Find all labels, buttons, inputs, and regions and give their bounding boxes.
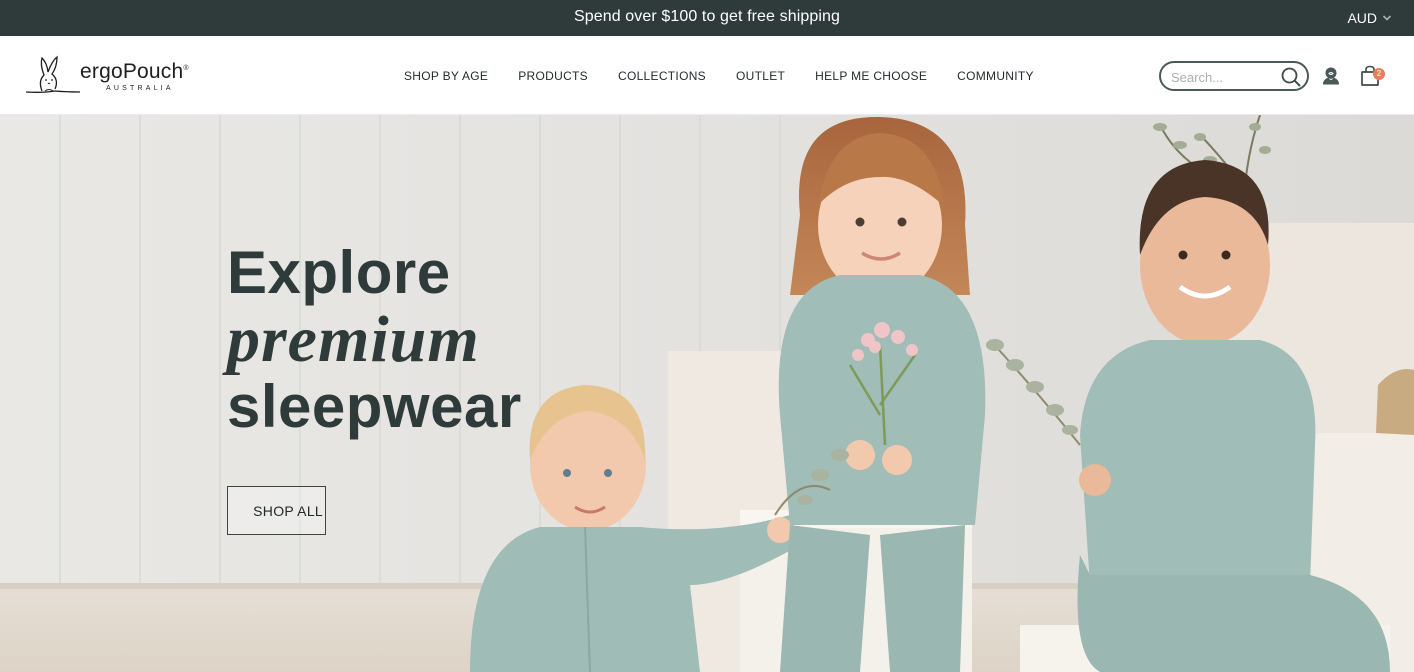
main-nav: SHOP BY AGE PRODUCTS COLLECTIONS OUTLET … <box>404 36 1064 115</box>
nav-shop-by-age[interactable]: SHOP BY AGE <box>404 69 488 83</box>
logo-subtitle: AUSTRALIA <box>106 85 174 92</box>
account-icon[interactable] <box>1321 66 1341 86</box>
nav-products[interactable]: PRODUCTS <box>518 69 588 83</box>
announcement-bar: Spend over $100 to get free shipping AUD <box>0 0 1414 36</box>
hero-line-2: premium <box>227 303 480 376</box>
logo-wordmark: ergoPouch® <box>80 60 189 83</box>
search-input[interactable] <box>1171 67 1281 87</box>
ergopouch-logo[interactable]: ergoPouch® AUSTRALIA <box>24 55 194 97</box>
site-header: ergoPouch® AUSTRALIA SHOP BY AGE PRODUCT… <box>0 36 1414 115</box>
shop-all-button[interactable]: SHOP ALL <box>227 486 326 535</box>
currency-label: AUD <box>1347 10 1377 26</box>
search-box <box>1159 61 1309 91</box>
hero-line-1: Explore <box>227 239 451 306</box>
currency-selector[interactable]: AUD <box>1347 0 1392 36</box>
hero-banner[interactable]: Explore premium sleepwear SHOP ALL <box>0 115 1414 672</box>
hero-heading: Explore premium sleepwear <box>227 240 522 440</box>
cart-count-badge: 2 <box>1373 68 1385 80</box>
nav-outlet[interactable]: OUTLET <box>736 69 785 83</box>
announcement-text: Spend over $100 to get free shipping <box>573 8 840 25</box>
cart-button[interactable]: 2 <box>1360 65 1386 87</box>
nav-collections[interactable]: COLLECTIONS <box>618 69 706 83</box>
bunny-logo-icon <box>25 55 81 93</box>
chevron-down-icon <box>1382 15 1392 21</box>
nav-community[interactable]: COMMUNITY <box>957 69 1034 83</box>
nav-help-me-choose[interactable]: HELP ME CHOOSE <box>815 69 927 83</box>
hero-image <box>0 115 1414 672</box>
search-icon[interactable] <box>1280 66 1302 88</box>
hero-line-3: sleepwear <box>227 373 522 440</box>
